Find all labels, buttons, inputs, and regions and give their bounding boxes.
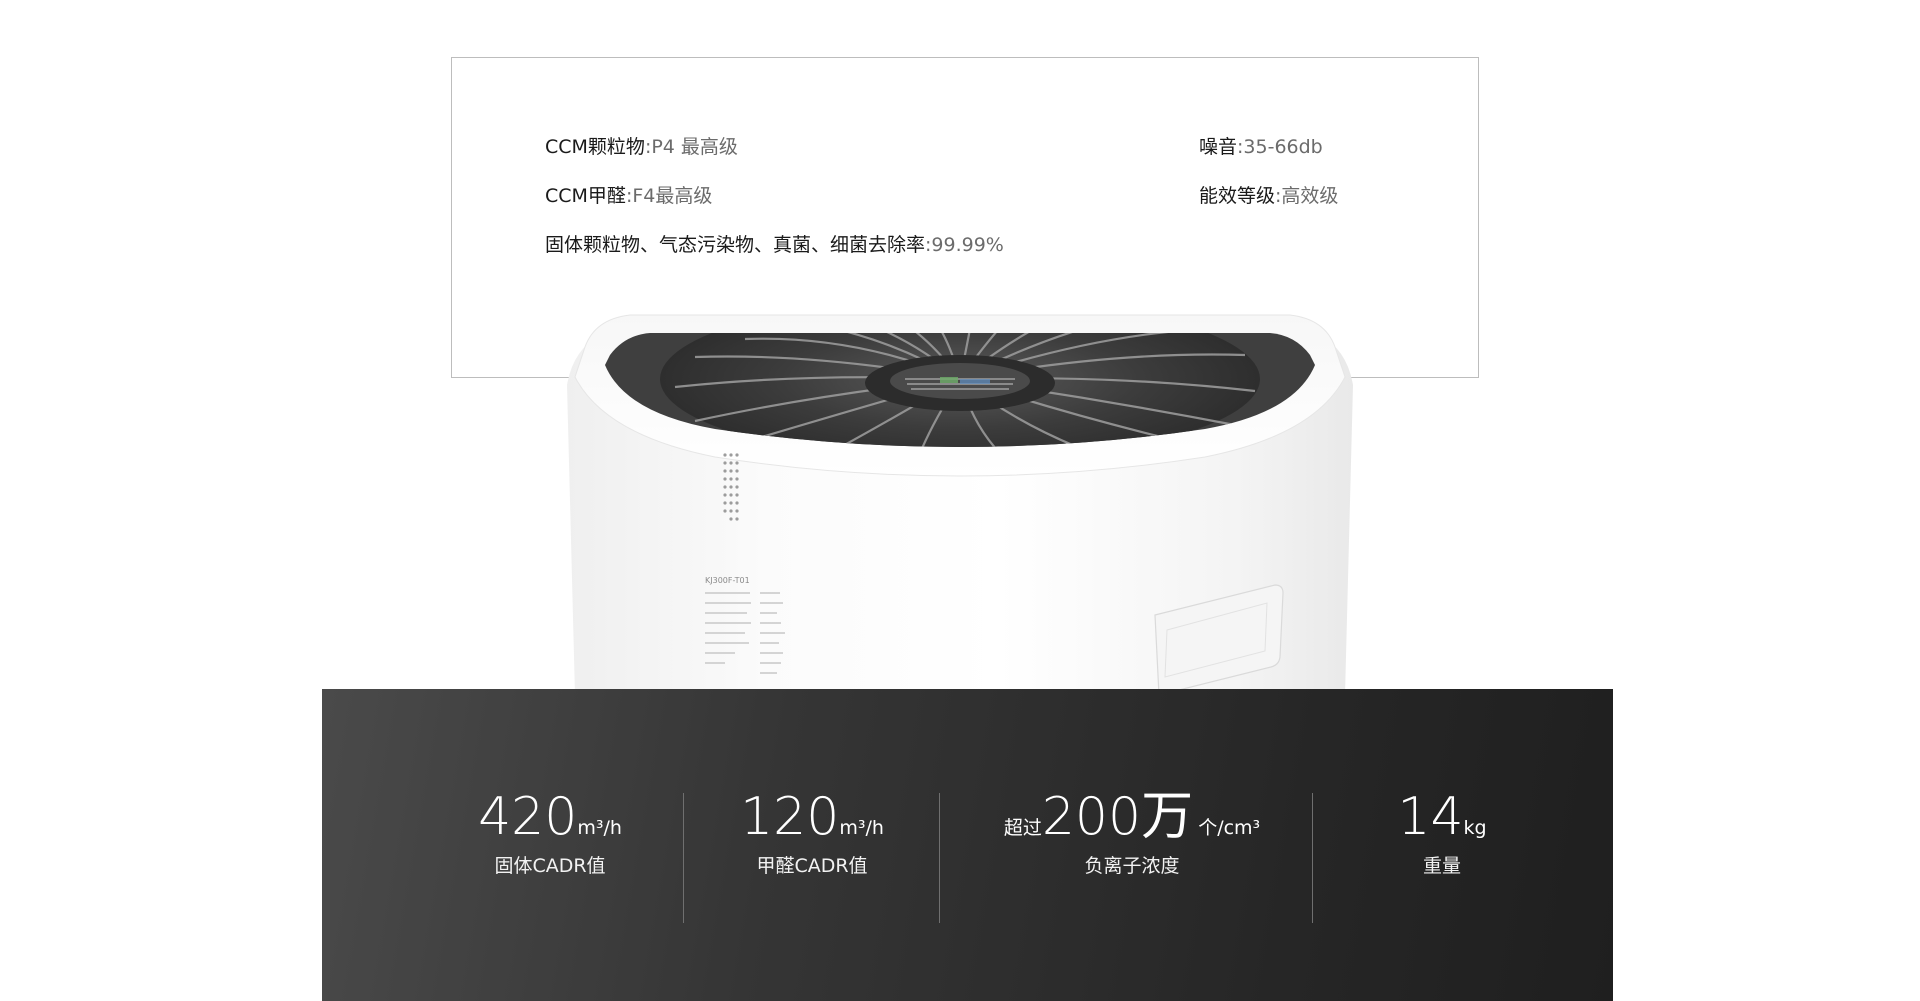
stat-weight: 14kg 重量 [1342, 789, 1542, 878]
spec-value: :35-66db [1237, 136, 1323, 158]
stat-unit: 个/cm³ [1198, 817, 1261, 839]
spec-ccm-formaldehyde: CCM甲醛:F4最高级 [545, 184, 712, 208]
stat-divider [1312, 793, 1313, 923]
stat-negative-ion: 超过200万 个/cm³ 负离子浓度 [952, 789, 1312, 878]
spec-key: CCM甲醛 [545, 185, 626, 207]
model-text: KJ300F-T01 [705, 576, 750, 585]
air-purifier-image: KJ300F-T01 [555, 295, 1365, 695]
spec-key: 固体颗粒物、气态污染物、真菌、细菌去除率 [545, 234, 926, 256]
stat-value-row: 超过200万 个/cm³ [952, 789, 1312, 845]
stat-unit: kg [1463, 817, 1487, 839]
stat-label: 重量 [1422, 855, 1461, 877]
stat-divider [939, 793, 940, 923]
spec-key: 能效等级 [1199, 185, 1276, 207]
spec-noise: 噪音:35-66db [1199, 135, 1323, 159]
stat-value: 120 [740, 787, 840, 847]
stat-divider [683, 793, 684, 923]
stat-unit: m³/h [577, 817, 622, 839]
vent-holes [723, 453, 739, 521]
spec-removal-rate: 固体颗粒物、气态污染物、真菌、细菌去除率:99.99% [545, 233, 1004, 257]
stat-label: 负离子浓度 [1084, 855, 1180, 877]
stat-value-row: 14kg [1342, 789, 1542, 845]
stat-formaldehyde-cadr: 120m³/h 甲醛CADR值 [692, 789, 932, 878]
stat-value: 200万 [1041, 787, 1194, 847]
spec-key: CCM颗粒物 [545, 136, 645, 158]
spec-value: :高效级 [1275, 185, 1339, 207]
stat-value-row: 120m³/h [692, 789, 932, 845]
stat-value: 14 [1397, 787, 1464, 847]
stat-solid-cadr: 420m³/h 固体CADR值 [430, 789, 670, 878]
stats-band: 420m³/h 固体CADR值 120m³/h 甲醛CADR值 超过200万 个… [322, 689, 1613, 1001]
spec-key: 噪音 [1199, 136, 1238, 158]
stat-unit: m³/h [839, 817, 884, 839]
stat-value: 420 [478, 787, 578, 847]
stat-label: 固体CADR值 [494, 855, 606, 877]
stat-value-row: 420m³/h [430, 789, 670, 845]
spec-ccm-particulate: CCM颗粒物:P4 最高级 [545, 135, 738, 159]
stat-label: 甲醛CADR值 [756, 855, 868, 877]
spec-value: :F4最高级 [625, 185, 713, 207]
spec-energy-grade: 能效等级:高效级 [1199, 184, 1338, 208]
stat-prefix: 超过 [1003, 817, 1042, 839]
spec-value: :P4 最高级 [644, 136, 738, 158]
spec-value: :99.99% [925, 234, 1004, 256]
